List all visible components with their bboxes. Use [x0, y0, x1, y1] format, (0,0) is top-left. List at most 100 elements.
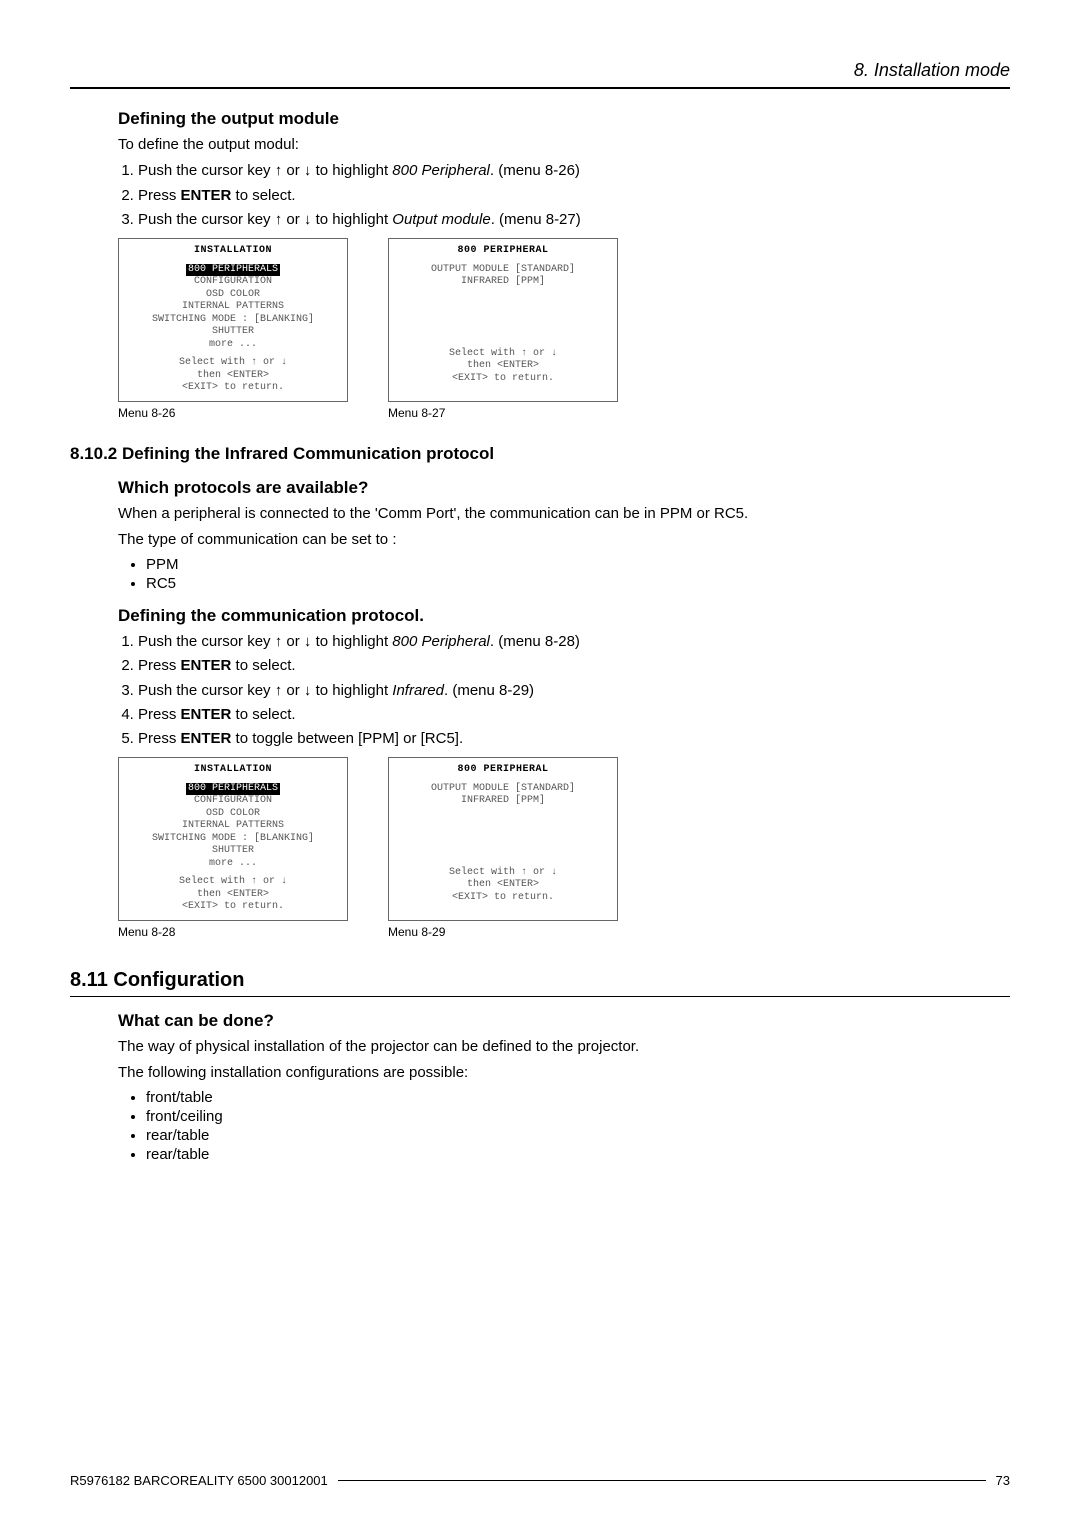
- step: Press ENTER to toggle between [PPM] or […: [138, 729, 1010, 749]
- menu-item: OSD COLOR: [206, 808, 260, 819]
- list-item: front/ceiling: [146, 1108, 1010, 1125]
- step-text: Press: [138, 657, 181, 674]
- step-text: . (menu 8-27): [491, 211, 581, 228]
- menu-peripheral-827: 800 PERIPHERAL OUTPUT MODULE [STANDARD] …: [388, 238, 618, 402]
- menu-hint: then <ENTER>: [467, 360, 539, 371]
- step-text: Push the cursor key ↑ or ↓ to highlight: [138, 633, 392, 650]
- step-key: ENTER: [181, 657, 232, 674]
- intro-output-module: To define the output modul:: [118, 135, 1010, 155]
- step-text: . (menu 8-29): [444, 682, 534, 699]
- menu-item: INTERNAL PATTERNS: [182, 820, 284, 831]
- menu-footer: Select with ↑ or ↓ then <ENTER> <EXIT> t…: [119, 353, 347, 397]
- menu-installation-828: INSTALLATION 800 PERIPHERALS CONFIGURATI…: [118, 757, 348, 921]
- menu-peripheral-829: 800 PERIPHERAL OUTPUT MODULE [STANDARD] …: [388, 757, 618, 921]
- menu-caption-828: Menu 8-28: [118, 925, 348, 939]
- menu-item-highlighted: 800 PERIPHERALS: [186, 783, 280, 796]
- step-ref: 800 Peripheral: [392, 633, 490, 650]
- step-key: ENTER: [181, 706, 232, 723]
- menu-body: OUTPUT MODULE [STANDARD] INFRARED [PPM]: [389, 262, 617, 344]
- config-list: front/table front/ceiling rear/table rea…: [118, 1089, 1010, 1163]
- step: Press ENTER to select.: [138, 186, 1010, 206]
- menu-item: INTERNAL PATTERNS: [182, 301, 284, 312]
- menu-item: INFRARED [PPM]: [461, 795, 545, 806]
- step: Push the cursor key ↑ or ↓ to highlight …: [138, 632, 1010, 652]
- list-item: front/table: [146, 1089, 1010, 1106]
- list-item: PPM: [146, 556, 1010, 573]
- menu-item: more ...: [209, 339, 257, 350]
- menu-item: CONFIGURATION: [194, 795, 272, 806]
- heading-8-11: 8.11 Configuration: [70, 969, 1010, 992]
- step-text: to select.: [231, 706, 295, 723]
- menu-item: OSD COLOR: [206, 289, 260, 300]
- menu-footer: Select with ↑ or ↓ then <ENTER> <EXIT> t…: [389, 344, 617, 388]
- steps-output-module: Push the cursor key ↑ or ↓ to highlight …: [118, 161, 1010, 230]
- menu-item: OUTPUT MODULE [STANDARD]: [431, 783, 575, 794]
- menu-body: 800 PERIPHERALS CONFIGURATION OSD COLOR …: [119, 262, 347, 354]
- menu-item: OUTPUT MODULE [STANDARD]: [431, 264, 575, 275]
- step-text: to select.: [231, 657, 295, 674]
- header-rule: [70, 87, 1010, 89]
- step-text: . (menu 8-28): [490, 633, 580, 650]
- config-p1: The way of physical installation of the …: [118, 1037, 1010, 1057]
- menu-body: OUTPUT MODULE [STANDARD] INFRARED [PPM]: [389, 781, 617, 863]
- config-p2: The following installation configuration…: [118, 1063, 1010, 1083]
- section-rule: [70, 996, 1010, 997]
- menu-caption-827: Menu 8-27: [388, 406, 618, 420]
- step: Press ENTER to select.: [138, 705, 1010, 725]
- step-text: . (menu 8-26): [490, 162, 580, 179]
- list-item: rear/table: [146, 1127, 1010, 1144]
- menu-caption-829: Menu 8-29: [388, 925, 618, 939]
- menu-hint: <EXIT> to return.: [182, 901, 284, 912]
- menu-footer: Select with ↑ or ↓ then <ENTER> <EXIT> t…: [119, 872, 347, 916]
- menu-installation-826: INSTALLATION 800 PERIPHERALS CONFIGURATI…: [118, 238, 348, 402]
- page-footer: R5976182 BARCOREALITY 6500 30012001 73: [70, 1473, 1010, 1488]
- menu-item: SWITCHING MODE : [BLANKING]: [152, 833, 314, 844]
- step: Push the cursor key ↑ or ↓ to highlight …: [138, 210, 1010, 230]
- page-header-title: 8. Installation mode: [70, 60, 1010, 81]
- step-text: Press: [138, 730, 181, 747]
- menu-hint: <EXIT> to return.: [182, 382, 284, 393]
- menu-item: INFRARED [PPM]: [461, 276, 545, 287]
- menu-title: INSTALLATION: [119, 758, 347, 781]
- menu-item: CONFIGURATION: [194, 276, 272, 287]
- protocols-list: PPM RC5: [118, 556, 1010, 592]
- step: Push the cursor key ↑ or ↓ to highlight …: [138, 161, 1010, 181]
- menu-hint: Select with ↑ or ↓: [449, 867, 557, 878]
- list-item: rear/table: [146, 1146, 1010, 1163]
- menu-item: more ...: [209, 858, 257, 869]
- step-text: to toggle between [PPM] or [RC5].: [231, 730, 463, 747]
- step-text: Press: [138, 706, 181, 723]
- step: Press ENTER to select.: [138, 656, 1010, 676]
- menu-footer: Select with ↑ or ↓ then <ENTER> <EXIT> t…: [389, 863, 617, 907]
- heading-8-10-2: 8.10.2 Defining the Infrared Communicati…: [70, 444, 1010, 464]
- step-text: Push the cursor key ↑ or ↓ to highlight: [138, 162, 392, 179]
- footer-left: R5976182 BARCOREALITY 6500 30012001: [70, 1473, 328, 1488]
- menu-hint: then <ENTER>: [467, 879, 539, 890]
- menu-title: 800 PERIPHERAL: [389, 758, 617, 781]
- heading-what-can-be-done: What can be done?: [118, 1011, 1010, 1031]
- step-text: Press: [138, 187, 181, 204]
- step: Push the cursor key ↑ or ↓ to highlight …: [138, 681, 1010, 701]
- step-ref: Infrared: [392, 682, 444, 699]
- menu-item: SHUTTER: [212, 845, 254, 856]
- step-text: Push the cursor key ↑ or ↓ to highlight: [138, 211, 392, 228]
- menu-title: 800 PERIPHERAL: [389, 239, 617, 262]
- menu-item: SWITCHING MODE : [BLANKING]: [152, 314, 314, 325]
- menu-hint: then <ENTER>: [197, 889, 269, 900]
- step-key: ENTER: [181, 187, 232, 204]
- heading-define-comm-protocol: Defining the communication protocol.: [118, 606, 1010, 626]
- menu-hint: Select with ↑ or ↓: [179, 357, 287, 368]
- footer-page-number: 73: [996, 1473, 1010, 1488]
- step-text: to select.: [231, 187, 295, 204]
- protocols-p1: When a peripheral is connected to the 'C…: [118, 504, 1010, 524]
- step-ref: 800 Peripheral: [392, 162, 490, 179]
- step-ref: Output module: [392, 211, 490, 228]
- menu-title: INSTALLATION: [119, 239, 347, 262]
- steps-comm-protocol: Push the cursor key ↑ or ↓ to highlight …: [118, 632, 1010, 749]
- step-key: ENTER: [181, 730, 232, 747]
- heading-which-protocols: Which protocols are available?: [118, 478, 1010, 498]
- menu-hint: <EXIT> to return.: [452, 373, 554, 384]
- heading-output-module: Defining the output module: [118, 109, 1010, 129]
- list-item: RC5: [146, 575, 1010, 592]
- menu-hint: Select with ↑ or ↓: [449, 348, 557, 359]
